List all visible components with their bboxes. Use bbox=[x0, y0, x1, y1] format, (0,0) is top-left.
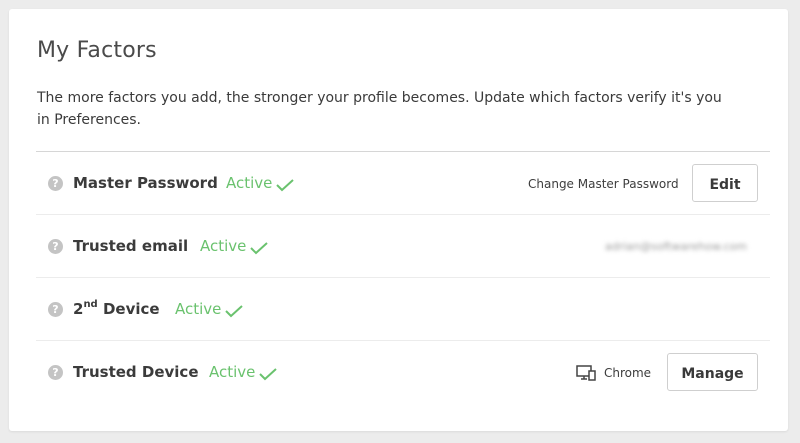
checkmark-icon bbox=[259, 368, 277, 381]
factor-name: Trusted Device bbox=[73, 363, 199, 381]
checkmark-icon bbox=[250, 242, 268, 255]
factor-name: 2nd Device bbox=[73, 299, 160, 318]
factor-row-master-password: ? Master Password Active Change Master P… bbox=[36, 152, 770, 214]
edit-button[interactable]: Edit bbox=[692, 164, 758, 202]
help-icon[interactable]: ? bbox=[48, 176, 63, 191]
help-icon[interactable]: ? bbox=[48, 239, 63, 254]
help-icon[interactable]: ? bbox=[48, 365, 63, 380]
status-active: Active bbox=[226, 174, 273, 192]
browser-label: Chrome bbox=[604, 366, 652, 380]
factor-name: Trusted email bbox=[73, 237, 189, 255]
status-active: Active bbox=[175, 300, 222, 318]
page-title: My Factors bbox=[37, 38, 157, 63]
status-active: Active bbox=[209, 363, 256, 381]
manage-button[interactable]: Manage bbox=[667, 353, 758, 391]
factor-row-second-device: ? 2nd Device Active bbox=[36, 278, 770, 340]
change-master-password-link[interactable]: Change Master Password bbox=[528, 177, 679, 191]
trusted-email-address: adrian@softwarehow.com bbox=[605, 240, 747, 253]
checkmark-icon bbox=[225, 305, 243, 318]
status-active: Active bbox=[200, 237, 247, 255]
help-icon[interactable]: ? bbox=[48, 302, 63, 317]
description: The more factors you add, the stronger y… bbox=[37, 90, 722, 128]
my-factors-card: My Factors The more factors you add, the… bbox=[9, 9, 788, 431]
checkmark-icon bbox=[276, 179, 294, 192]
monitor-phone-icon bbox=[576, 365, 596, 381]
factor-row-trusted-device: ? Trusted Device Active Chrome Manage bbox=[36, 341, 770, 403]
factor-row-trusted-email: ? Trusted email Active adrian@softwareho… bbox=[36, 215, 770, 277]
factor-name: Master Password bbox=[73, 174, 218, 192]
